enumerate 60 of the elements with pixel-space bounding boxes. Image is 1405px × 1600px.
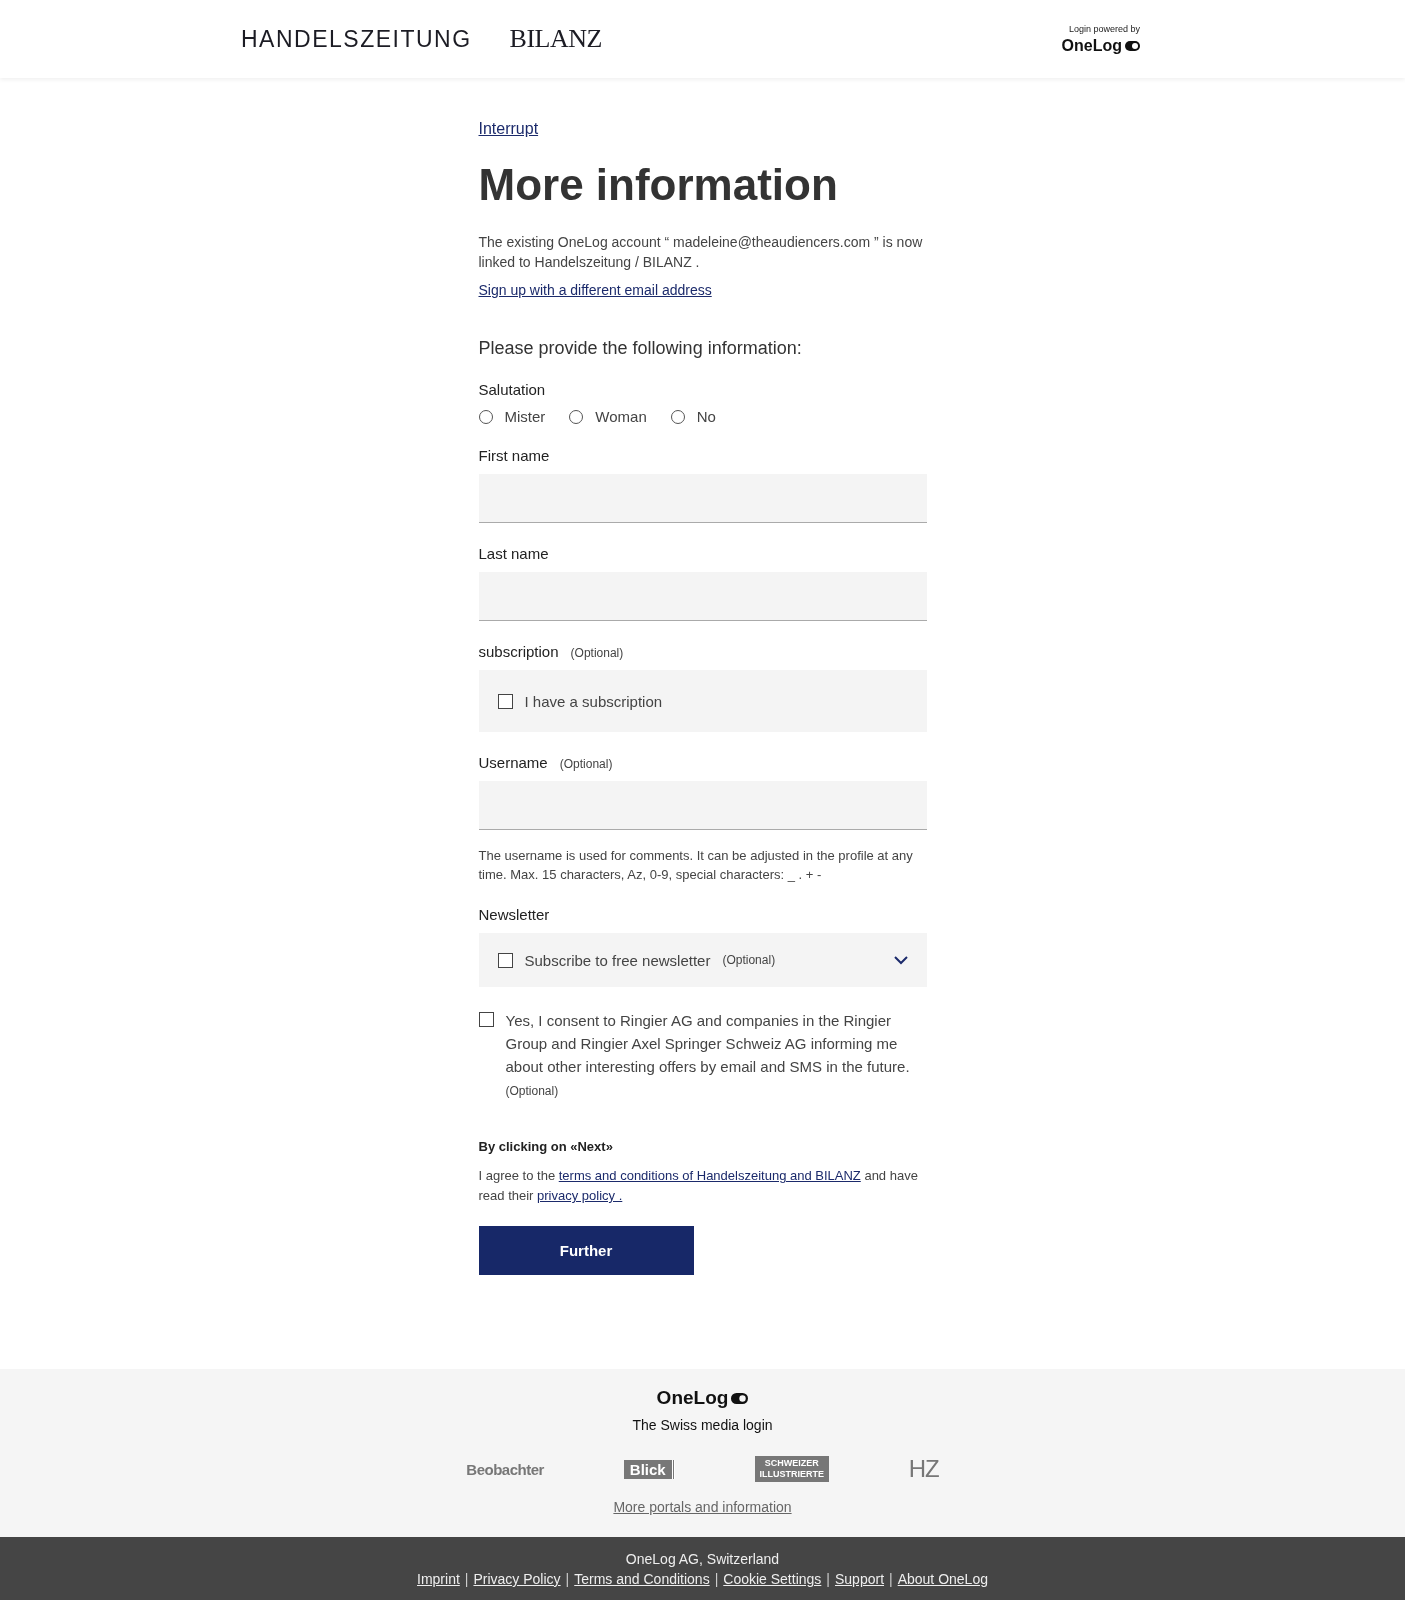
- field-label: Username: [478, 754, 548, 771]
- more-portals-link[interactable]: More portals and information: [613, 1499, 792, 1515]
- field-label: Last name: [478, 545, 549, 562]
- chevron-icon[interactable]: [893, 955, 908, 965]
- field-label: First name: [478, 447, 550, 464]
- newsletter-dropdown[interactable]: Subscribe to free newsletter (Optional): [478, 933, 927, 987]
- intro-text: The existing OneLog account “ madeleine@theaudiencers.com ” is now linked to Handelszeitung / BILANZ .: [478, 233, 924, 272]
- text-field[interactable]: [478, 781, 927, 830]
- checkbox-label[interactable]: Subscribe to free newsletter: [524, 951, 711, 969]
- terms-heading: By clicking on «Next»: [478, 1139, 613, 1154]
- brand-logo[interactable]: HANDELSZEITUNG: [241, 25, 472, 53]
- field-label: subscription: [478, 643, 559, 660]
- page-title: More information: [478, 160, 838, 210]
- consent-text: Yes, I consent to Ringier AG and companies in the Ringier Group and Ringier Axel Springer Schweiz AG informing me about other interesting offers by email and SMS in the future. (Optional): [505, 1011, 911, 1100]
- separator: |: [464, 1571, 469, 1587]
- brand-logo[interactable]: BILANZ: [509, 24, 602, 54]
- tagline: The Swiss media login: [632, 1417, 773, 1433]
- powered-by-label: Login powered by: [1068, 23, 1140, 34]
- text-field[interactable]: [478, 474, 927, 523]
- optional-hint: (Optional): [570, 646, 624, 660]
- footer-link[interactable]: Terms and Conditions: [574, 1571, 710, 1587]
- company-text: OneLog AG, Switzerland: [625, 1551, 780, 1567]
- checkbox[interactable]: [478, 1012, 494, 1027]
- radio-label[interactable]: Woman: [595, 408, 647, 425]
- footer-link[interactable]: Imprint: [417, 1571, 460, 1587]
- text-field[interactable]: [478, 572, 927, 621]
- prompt-text: Please provide the following information:: [478, 338, 802, 359]
- portal-logo[interactable]: HZ: [908, 1455, 939, 1483]
- footer-link[interactable]: About OneLog: [897, 1571, 988, 1587]
- further-button[interactable]: Further: [478, 1226, 694, 1275]
- optional-hint: (Optional): [559, 757, 613, 771]
- toggle-icon: [1125, 40, 1140, 51]
- radio-label[interactable]: No: [696, 408, 716, 425]
- portal-logo[interactable]: Blick: [623, 1459, 675, 1479]
- separator: |: [565, 1571, 570, 1587]
- separator: |: [826, 1571, 830, 1587]
- portal-logo[interactable]: SCHWEIZER ILLUSTRIERTE: [754, 1456, 829, 1482]
- interrupt-link[interactable]: Interrupt: [478, 120, 539, 138]
- separator: |: [714, 1571, 719, 1587]
- footer-link[interactable]: Cookie Settings: [723, 1571, 822, 1587]
- help-text: The username is used for comments. It can be adjusted in the profile at any time. Max. 15 characters, Az, 0-9, special characters: _ . + -: [478, 847, 914, 884]
- optional-hint: (Optional): [505, 1084, 559, 1098]
- separator: |: [889, 1571, 893, 1587]
- terms-link[interactable]: privacy policy .: [537, 1188, 623, 1203]
- different-email-link[interactable]: Sign up with a different email address: [478, 282, 712, 298]
- terms-text: I agree to the terms and conditions of Handelszeitung and BILANZ and have read their privacy policy .: [478, 1167, 919, 1205]
- onelog-logo[interactable]: OneLog: [1061, 36, 1122, 55]
- toggle-icon: [731, 1392, 749, 1404]
- portal-logo[interactable]: Beobachter: [466, 1460, 544, 1478]
- optional-hint: (Optional): [722, 953, 776, 967]
- onelog-logo: OneLog: [656, 1387, 729, 1409]
- radio-label[interactable]: Mister: [504, 408, 546, 425]
- checkbox[interactable]: [497, 693, 513, 709]
- field-label: Newsletter: [478, 906, 551, 923]
- field-label: Salutation: [478, 381, 547, 398]
- footer-link[interactable]: Support: [835, 1571, 885, 1587]
- checkbox[interactable]: [497, 952, 513, 968]
- footer-link[interactable]: Privacy Policy: [473, 1571, 561, 1587]
- terms-link[interactable]: terms and conditions of Handelszeitung and BILANZ: [558, 1168, 861, 1183]
- checkbox-label[interactable]: I have a subscription: [524, 692, 663, 710]
